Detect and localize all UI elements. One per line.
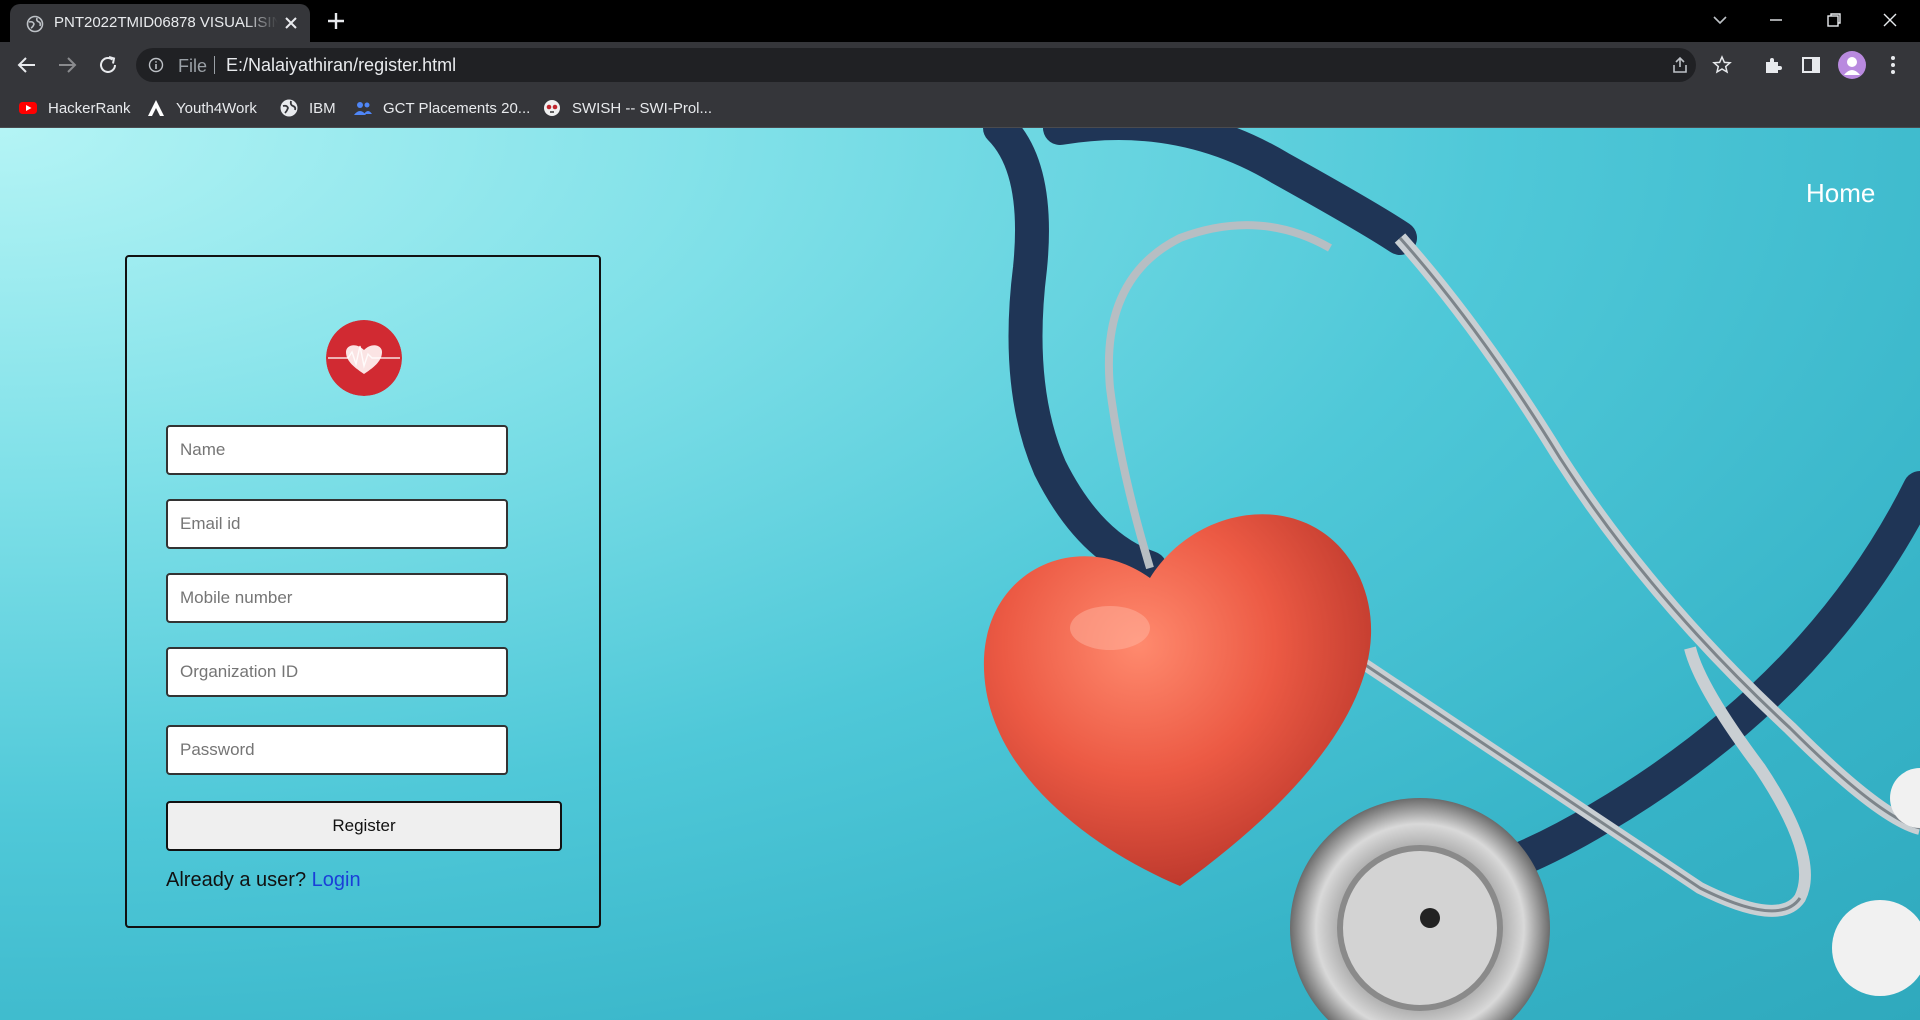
menu-dots-icon[interactable] bbox=[1882, 54, 1904, 76]
browser-tab[interactable]: PNT2022TMID06878 VISUALISING bbox=[10, 4, 310, 42]
home-nav-link[interactable]: Home bbox=[1806, 178, 1875, 209]
tab-search-icon[interactable] bbox=[1708, 8, 1732, 32]
url-separator bbox=[214, 56, 215, 74]
reload-icon[interactable] bbox=[96, 53, 120, 77]
url-text[interactable]: E:/Nalaiyathiran/register.html bbox=[226, 55, 456, 76]
bookmark-label: HackerRank bbox=[48, 99, 131, 117]
close-window-icon[interactable] bbox=[1878, 8, 1902, 32]
register-button[interactable]: Register bbox=[166, 801, 562, 851]
tab-title: PNT2022TMID06878 VISUALISING bbox=[54, 14, 278, 31]
close-tab-icon[interactable] bbox=[282, 14, 300, 32]
mobile-field[interactable] bbox=[166, 573, 508, 623]
info-icon[interactable] bbox=[148, 57, 164, 73]
new-tab-icon[interactable] bbox=[325, 10, 347, 32]
side-panel-icon[interactable] bbox=[1800, 54, 1822, 76]
browser-toolbar: File E:/Nalaiyathiran/register.html bbox=[0, 42, 1920, 88]
already-user-text: Already a user? bbox=[166, 869, 307, 891]
bookmark-swish[interactable]: SWISH -- SWI-Prol... bbox=[542, 88, 712, 128]
bookmark-label: GCT Placements 20... bbox=[383, 99, 531, 117]
profile-avatar[interactable] bbox=[1838, 51, 1866, 79]
a-logo-icon bbox=[148, 100, 164, 116]
avatar-icon bbox=[1844, 57, 1860, 75]
forward-arrow-icon[interactable] bbox=[55, 53, 79, 77]
bookmark-label: IBM bbox=[309, 99, 336, 117]
login-link[interactable]: Login bbox=[312, 869, 361, 891]
name-field[interactable] bbox=[166, 425, 508, 475]
password-field[interactable] bbox=[166, 725, 508, 775]
url-scheme: File bbox=[178, 56, 208, 76]
owl-icon bbox=[544, 100, 560, 116]
bookmark-gct-placements[interactable]: GCT Placements 20... bbox=[353, 88, 530, 128]
bookmark-ibm[interactable]: IBM bbox=[279, 88, 336, 128]
star-bookmark-icon[interactable] bbox=[1712, 55, 1732, 75]
browser-tab-strip: PNT2022TMID06878 VISUALISING bbox=[0, 0, 1920, 42]
heartbeat-heart-icon bbox=[326, 320, 402, 396]
youtube-icon bbox=[19, 102, 37, 114]
organization-id-field[interactable] bbox=[166, 647, 508, 697]
back-arrow-icon[interactable] bbox=[15, 53, 39, 77]
minimize-icon[interactable] bbox=[1764, 8, 1788, 32]
bookmark-youth4work[interactable]: Youth4Work bbox=[146, 88, 257, 128]
restore-icon[interactable] bbox=[1822, 8, 1846, 32]
register-page: Home Register Already a user? Login bbox=[0, 128, 1920, 1020]
login-prompt: Already a user? Login bbox=[166, 869, 361, 892]
bookmarks-bar: HackerRank Youth4Work IBM GCT Placements… bbox=[0, 88, 1920, 128]
heart-logo bbox=[326, 320, 402, 396]
register-card: Register Already a user? Login bbox=[125, 255, 601, 928]
bookmark-hackerrank[interactable]: HackerRank bbox=[18, 88, 131, 128]
bookmark-label: SWISH -- SWI-Prol... bbox=[572, 99, 712, 117]
email-field[interactable] bbox=[166, 499, 508, 549]
share-icon[interactable] bbox=[1670, 55, 1690, 75]
people-icon bbox=[354, 102, 372, 115]
globe-icon bbox=[280, 99, 298, 117]
extensions-icon[interactable] bbox=[1762, 54, 1784, 76]
address-bar[interactable]: File E:/Nalaiyathiran/register.html bbox=[136, 48, 1696, 82]
bookmark-label: Youth4Work bbox=[176, 99, 257, 117]
globe-icon bbox=[26, 15, 44, 33]
